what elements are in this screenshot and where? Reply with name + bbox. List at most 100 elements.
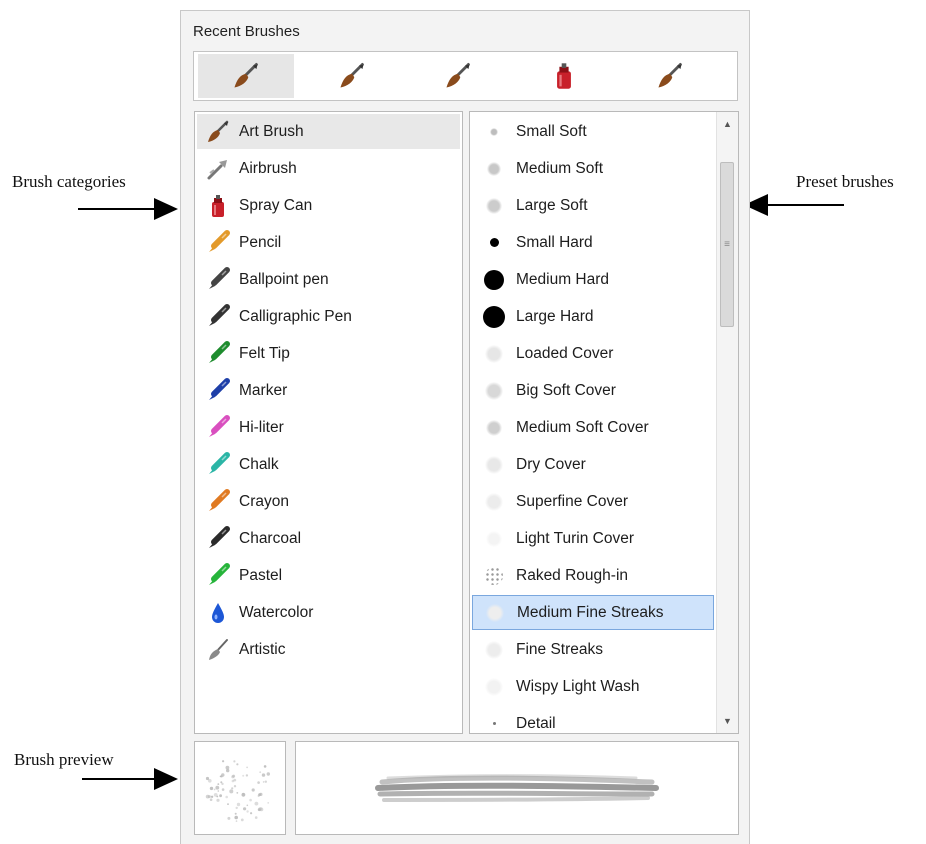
category-label: Hi-liter [239, 418, 284, 436]
preset-list-scrollbar[interactable]: ▲ ≡ ▼ [716, 112, 738, 733]
small-soft-dab-icon [472, 114, 516, 149]
category-label: Chalk [239, 455, 279, 473]
scroll-up-icon[interactable]: ▲ [717, 114, 738, 134]
recent-brush-5[interactable] [622, 54, 718, 98]
calligraphic-pen-icon [197, 299, 239, 334]
category-item[interactable]: Watercolor [197, 595, 460, 630]
raked-rough-in-dab-icon [472, 558, 516, 593]
recent-brush-1[interactable] [198, 54, 294, 98]
recent-brush-2[interactable] [304, 54, 400, 98]
preset-item[interactable]: Medium Fine Streaks [472, 595, 714, 630]
preset-brushes-annotation: Preset brushes [796, 172, 894, 191]
detail-dab-icon [472, 706, 516, 733]
marker-icon [197, 373, 239, 408]
preset-label: Superfine Cover [516, 492, 629, 510]
preset-label: Fine Streaks [516, 640, 604, 658]
fine-streaks-dab-icon [472, 632, 516, 667]
preset-item[interactable]: Medium Soft [472, 151, 714, 186]
loaded-cover-dab-icon [472, 336, 516, 371]
hi-liter-icon [197, 410, 239, 445]
preset-item[interactable]: Big Soft Cover [472, 373, 714, 408]
preset-item[interactable]: Large Hard [472, 299, 714, 334]
category-item[interactable]: Artistic [197, 632, 460, 667]
category-item[interactable]: Pastel [197, 558, 460, 593]
preset-label: Medium Hard [516, 270, 610, 288]
preset-label: Medium Fine Streaks [517, 603, 664, 621]
airbrush-icon [197, 151, 239, 186]
preset-item[interactable]: Light Turin Cover [472, 521, 714, 556]
category-label: Pastel [239, 566, 283, 584]
art-brush-icon [340, 63, 364, 88]
wispy-light-wash-dab-icon [472, 669, 516, 704]
arrow-right-icon [82, 768, 178, 790]
preset-item[interactable]: Small Soft [472, 114, 714, 149]
recent-brush-3[interactable] [410, 54, 506, 98]
preset-label: Large Hard [516, 307, 594, 325]
category-item[interactable]: Felt Tip [197, 336, 460, 371]
charcoal-icon [197, 521, 239, 556]
category-item[interactable]: Chalk [197, 447, 460, 482]
spray-can-icon [557, 63, 571, 89]
scroll-thumb[interactable]: ≡ [720, 162, 734, 327]
big-soft-cover-dab-icon [472, 373, 516, 408]
preset-item[interactable]: Superfine Cover [472, 484, 714, 519]
brush-selector-panel: Recent Brushes Art Brush Airbrush Spray … [180, 10, 750, 844]
category-item[interactable]: Art Brush [197, 114, 460, 149]
brush-category-list: Art Brush Airbrush Spray Can Pencil Ball… [194, 111, 463, 734]
preset-item[interactable]: Medium Hard [472, 262, 714, 297]
preset-label: Big Soft Cover [516, 381, 616, 399]
superfine-cover-dab-icon [472, 484, 516, 519]
category-item[interactable]: Spray Can [197, 188, 460, 223]
preset-label: Raked Rough-in [516, 566, 629, 584]
scroll-down-icon[interactable]: ▼ [717, 711, 738, 731]
preset-item[interactable]: Medium Soft Cover [472, 410, 714, 445]
art-brush-icon [234, 63, 258, 88]
dry-cover-dab-icon [472, 447, 516, 482]
preset-label: Small Soft [516, 122, 587, 140]
category-label: Charcoal [239, 529, 302, 547]
category-item[interactable]: Charcoal [197, 521, 460, 556]
category-label: Artistic [239, 640, 286, 658]
category-item[interactable]: Airbrush [197, 151, 460, 186]
medium-fine-streaks-dab-icon [473, 595, 517, 630]
preset-item[interactable]: Fine Streaks [472, 632, 714, 667]
spray-can-icon [197, 188, 239, 223]
category-label: Airbrush [239, 159, 297, 177]
preset-label: Small Hard [516, 233, 593, 251]
category-item[interactable]: Marker [197, 373, 460, 408]
category-label: Watercolor [239, 603, 314, 621]
ballpoint-pen-icon [197, 262, 239, 297]
pastel-icon [197, 558, 239, 593]
recent-brushes-title: Recent Brushes [193, 23, 300, 40]
scroll-grip: ≡ [724, 239, 730, 250]
crayon-icon [197, 484, 239, 519]
preset-item[interactable]: Loaded Cover [472, 336, 714, 371]
artistic-icon [197, 632, 239, 667]
preset-label: Medium Soft [516, 159, 604, 177]
category-item[interactable]: Pencil [197, 225, 460, 260]
preset-item[interactable]: Small Hard [472, 225, 714, 260]
preset-item[interactable]: Detail [472, 706, 714, 733]
preset-item[interactable]: Raked Rough-in [472, 558, 714, 593]
preset-label: Wispy Light Wash [516, 677, 640, 695]
medium-hard-dab-icon [472, 262, 516, 297]
preset-label: Large Soft [516, 196, 588, 214]
brush-dab-preview [194, 741, 286, 835]
large-soft-dab-icon [472, 188, 516, 223]
category-item[interactable]: Ballpoint pen [197, 262, 460, 297]
felt-tip-icon [197, 336, 239, 371]
category-item[interactable]: Crayon [197, 484, 460, 519]
preset-item[interactable]: Dry Cover [472, 447, 714, 482]
recent-brush-4[interactable] [516, 54, 612, 98]
preset-item[interactable]: Large Soft [472, 188, 714, 223]
category-item[interactable]: Calligraphic Pen [197, 299, 460, 334]
category-item[interactable]: Hi-liter [197, 410, 460, 445]
category-label: Spray Can [239, 196, 313, 214]
preset-item[interactable]: Wispy Light Wash [472, 669, 714, 704]
art-brush-icon [658, 63, 682, 88]
category-label: Ballpoint pen [239, 270, 329, 288]
category-label: Pencil [239, 233, 282, 251]
pencil-icon [197, 225, 239, 260]
light-turin-cover-dab-icon [472, 521, 516, 556]
medium-soft-cover-dab-icon [472, 410, 516, 445]
